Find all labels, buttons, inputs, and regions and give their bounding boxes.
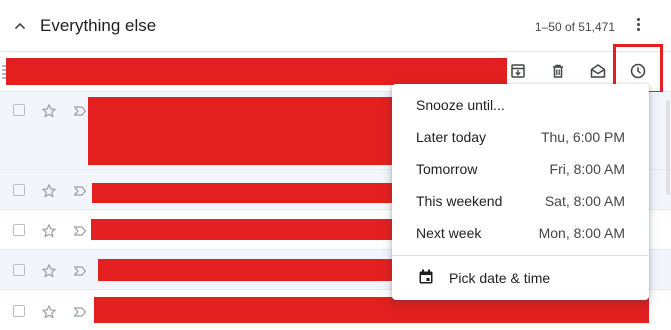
section-header: Everything else 1–50 of 51,471 bbox=[0, 0, 671, 52]
redacted-content bbox=[88, 97, 393, 165]
snooze-menu: Snooze until... Later today Thu, 6:00 PM… bbox=[392, 84, 649, 300]
snooze-option-tomorrow[interactable]: Tomorrow Fri, 8:00 AM bbox=[392, 153, 649, 185]
snooze-option-time: Thu, 6:00 PM bbox=[540, 129, 625, 145]
redacted-content bbox=[92, 183, 393, 203]
menu-divider bbox=[392, 255, 649, 256]
snooze-option-label: This weekend bbox=[416, 193, 503, 209]
important-marker-icon[interactable] bbox=[72, 103, 88, 119]
snooze-menu-heading: Snooze until... bbox=[416, 97, 505, 113]
redacted-content bbox=[6, 58, 507, 85]
star-icon[interactable] bbox=[41, 103, 57, 119]
archive-icon[interactable] bbox=[509, 62, 527, 80]
important-marker-icon[interactable] bbox=[72, 223, 88, 239]
redacted-content bbox=[98, 259, 393, 281]
star-icon[interactable] bbox=[41, 183, 57, 199]
snooze-option-later-today[interactable]: Later today Thu, 6:00 PM bbox=[392, 121, 649, 153]
pick-date-time-option[interactable]: Pick date & time bbox=[392, 262, 649, 294]
snooze-option-time: Mon, 8:00 AM bbox=[538, 225, 625, 241]
page-range: 1–50 of 51,471 bbox=[534, 20, 615, 34]
envelope-open-icon[interactable] bbox=[589, 62, 607, 80]
row-checkbox[interactable] bbox=[13, 184, 25, 196]
snooze-option-next-week[interactable]: Next week Mon, 8:00 AM bbox=[392, 217, 649, 249]
star-icon[interactable] bbox=[41, 223, 57, 239]
important-marker-icon[interactable] bbox=[72, 183, 88, 199]
row-checkbox[interactable] bbox=[13, 104, 25, 116]
row-checkbox[interactable] bbox=[13, 305, 25, 317]
trash-icon[interactable] bbox=[549, 62, 567, 80]
important-marker-icon[interactable] bbox=[72, 304, 88, 320]
pick-date-time-label: Pick date & time bbox=[449, 270, 551, 286]
scrollbar[interactable] bbox=[666, 100, 670, 195]
star-icon[interactable] bbox=[41, 304, 57, 320]
snooze-option-label: Later today bbox=[416, 129, 487, 145]
chevron-up-icon[interactable] bbox=[12, 18, 28, 34]
more-vertical-icon[interactable] bbox=[630, 16, 646, 36]
important-marker-icon[interactable] bbox=[72, 263, 88, 279]
snooze-option-time: Fri, 8:00 AM bbox=[549, 161, 625, 177]
redacted-content bbox=[91, 219, 393, 240]
snooze-option-this-weekend[interactable]: This weekend Sat, 8:00 AM bbox=[392, 185, 649, 217]
snooze-option-time: Sat, 8:00 AM bbox=[544, 193, 625, 209]
row-checkbox[interactable] bbox=[13, 264, 25, 276]
section-title[interactable]: Everything else bbox=[40, 16, 156, 36]
star-icon[interactable] bbox=[41, 263, 57, 279]
redacted-content bbox=[94, 297, 649, 323]
snooze-option-label: Tomorrow bbox=[416, 161, 478, 177]
row-checkbox[interactable] bbox=[13, 224, 25, 236]
snooze-option-label: Next week bbox=[416, 225, 482, 241]
calendar-icon bbox=[419, 269, 433, 284]
